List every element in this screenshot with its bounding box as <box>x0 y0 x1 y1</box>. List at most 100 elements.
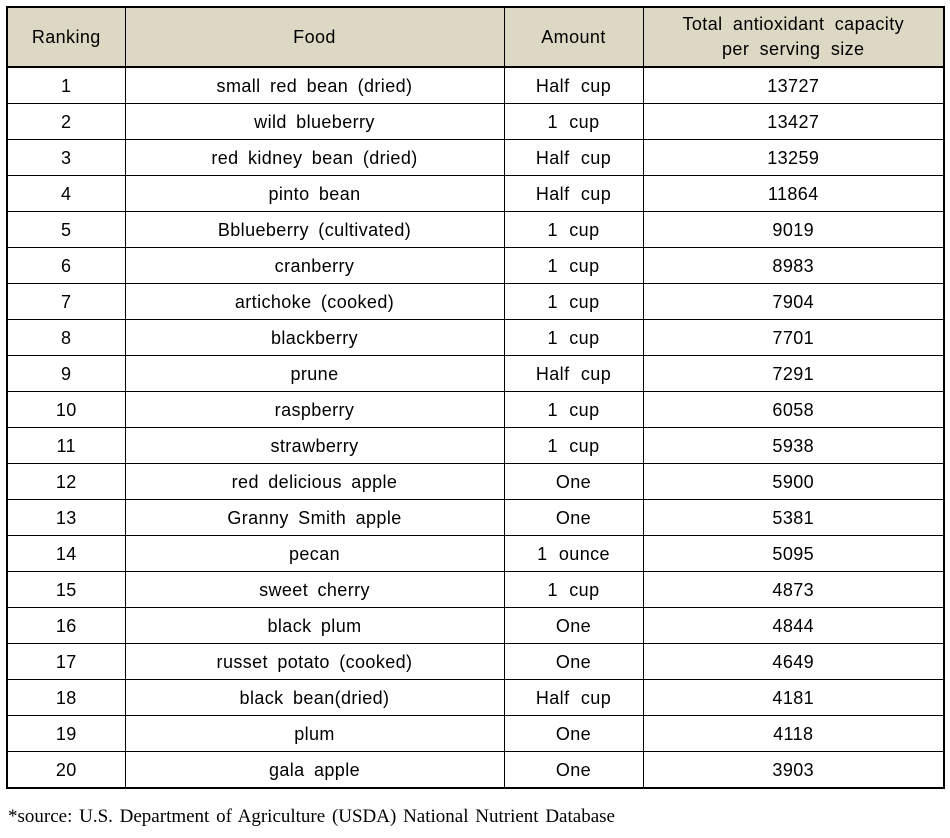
cell-ranking: 16 <box>6 607 126 644</box>
cell-ranking: 8 <box>6 319 126 356</box>
cell-total-antioxidant-capacity: 5381 <box>642 499 945 536</box>
cell-food: artichoke (cooked) <box>124 283 505 320</box>
cell-food: prune <box>124 355 505 392</box>
table-row: 1 small red bean (dried) Half cup 13727 <box>6 66 945 104</box>
table-row: 7 artichoke (cooked) 1 cup 7904 <box>6 283 945 320</box>
cell-ranking: 20 <box>6 751 126 789</box>
cell-food: plum <box>124 715 505 752</box>
cell-food: blackberry <box>124 319 505 356</box>
cell-food: red kidney bean (dried) <box>124 139 505 176</box>
cell-ranking: 3 <box>6 139 126 176</box>
table-row: 10 raspberry 1 cup 6058 <box>6 391 945 428</box>
cell-ranking: 10 <box>6 391 126 428</box>
cell-total-antioxidant-capacity: 9019 <box>642 211 945 248</box>
cell-food: red delicious apple <box>124 463 505 500</box>
cell-ranking: 5 <box>6 211 126 248</box>
cell-food: small red bean (dried) <box>124 66 505 104</box>
cell-amount: Half cup <box>503 66 644 104</box>
cell-food: wild blueberry <box>124 103 505 140</box>
table-row: 5 Bblueberry (cultivated) 1 cup 9019 <box>6 211 945 248</box>
cell-total-antioxidant-capacity: 6058 <box>642 391 945 428</box>
cell-amount: One <box>503 607 644 644</box>
cell-amount: One <box>503 643 644 680</box>
cell-food: strawberry <box>124 427 505 464</box>
cell-total-antioxidant-capacity: 5900 <box>642 463 945 500</box>
table-row: 3 red kidney bean (dried) Half cup 13259 <box>6 139 945 176</box>
cell-food: russet potato (cooked) <box>124 643 505 680</box>
cell-total-antioxidant-capacity: 4844 <box>642 607 945 644</box>
cell-total-antioxidant-capacity: 11864 <box>642 175 945 212</box>
column-header-food: Food <box>124 6 505 68</box>
cell-amount: 1 cup <box>503 571 644 608</box>
cell-total-antioxidant-capacity: 4118 <box>642 715 945 752</box>
cell-amount: 1 cup <box>503 319 644 356</box>
cell-total-antioxidant-capacity: 7904 <box>642 283 945 320</box>
cell-food: Granny Smith apple <box>124 499 505 536</box>
cell-total-antioxidant-capacity: 8983 <box>642 247 945 284</box>
cell-amount: 1 cup <box>503 247 644 284</box>
cell-food: raspberry <box>124 391 505 428</box>
table-row: 11 strawberry 1 cup 5938 <box>6 427 945 464</box>
cell-total-antioxidant-capacity: 13259 <box>642 139 945 176</box>
cell-total-antioxidant-capacity: 5938 <box>642 427 945 464</box>
cell-amount: One <box>503 751 644 789</box>
cell-ranking: 12 <box>6 463 126 500</box>
cell-food: sweet cherry <box>124 571 505 608</box>
column-header-amount: Amount <box>503 6 644 68</box>
cell-amount: 1 cup <box>503 103 644 140</box>
cell-total-antioxidant-capacity: 4873 <box>642 571 945 608</box>
table-row: 9 prune Half cup 7291 <box>6 355 945 392</box>
cell-ranking: 2 <box>6 103 126 140</box>
cell-amount: Half cup <box>503 139 644 176</box>
cell-ranking: 1 <box>6 66 126 104</box>
cell-amount: 1 ounce <box>503 535 644 572</box>
table-row: 13 Granny Smith apple One 5381 <box>6 499 945 536</box>
column-header-ranking: Ranking <box>6 6 126 68</box>
antioxidant-ranking-table: Ranking Food Amount Total antioxidant ca… <box>6 6 945 789</box>
cell-food: Bblueberry (cultivated) <box>124 211 505 248</box>
cell-food: cranberry <box>124 247 505 284</box>
table-row: 6 cranberry 1 cup 8983 <box>6 247 945 284</box>
header-row: Ranking Food Amount Total antioxidant ca… <box>6 6 945 68</box>
cell-ranking: 7 <box>6 283 126 320</box>
table-row: 18 black bean(dried) Half cup 4181 <box>6 679 945 716</box>
cell-amount: One <box>503 499 644 536</box>
cell-ranking: 19 <box>6 715 126 752</box>
table-row: 14 pecan 1 ounce 5095 <box>6 535 945 572</box>
table-row: 16 black plum One 4844 <box>6 607 945 644</box>
table-header: Ranking Food Amount Total antioxidant ca… <box>6 6 945 68</box>
column-header-total-line1: Total antioxidant capacity <box>682 14 905 34</box>
table-row: 2 wild blueberry 1 cup 13427 <box>6 103 945 140</box>
cell-total-antioxidant-capacity: 7291 <box>642 355 945 392</box>
cell-total-antioxidant-capacity: 13727 <box>642 66 945 104</box>
cell-food: pinto bean <box>124 175 505 212</box>
table-body: 1 small red bean (dried) Half cup 13727 2 wil… <box>6 66 945 789</box>
cell-food: gala apple <box>124 751 505 789</box>
cell-amount: Half cup <box>503 679 644 716</box>
cell-ranking: 17 <box>6 643 126 680</box>
cell-ranking: 4 <box>6 175 126 212</box>
cell-amount: 1 cup <box>503 283 644 320</box>
cell-food: black bean(dried) <box>124 679 505 716</box>
cell-total-antioxidant-capacity: 4181 <box>642 679 945 716</box>
antioxidant-table-container: Ranking Food Amount Total antioxidant ca… <box>6 6 945 789</box>
cell-ranking: 15 <box>6 571 126 608</box>
cell-ranking: 6 <box>6 247 126 284</box>
cell-amount: One <box>503 463 644 500</box>
cell-ranking: 18 <box>6 679 126 716</box>
column-header-total-line2: per serving size <box>722 39 865 59</box>
table-row: 15 sweet cherry 1 cup 4873 <box>6 571 945 608</box>
cell-amount: 1 cup <box>503 211 644 248</box>
table-row: 20 gala apple One 3903 <box>6 751 945 789</box>
cell-amount: 1 cup <box>503 427 644 464</box>
cell-ranking: 14 <box>6 535 126 572</box>
cell-food: pecan <box>124 535 505 572</box>
cell-ranking: 9 <box>6 355 126 392</box>
cell-amount: Half cup <box>503 355 644 392</box>
cell-amount: 1 cup <box>503 391 644 428</box>
table-row: 17 russet potato (cooked) One 4649 <box>6 643 945 680</box>
cell-total-antioxidant-capacity: 7701 <box>642 319 945 356</box>
table-row: 19 plum One 4118 <box>6 715 945 752</box>
table-row: 8 blackberry 1 cup 7701 <box>6 319 945 356</box>
cell-total-antioxidant-capacity: 13427 <box>642 103 945 140</box>
